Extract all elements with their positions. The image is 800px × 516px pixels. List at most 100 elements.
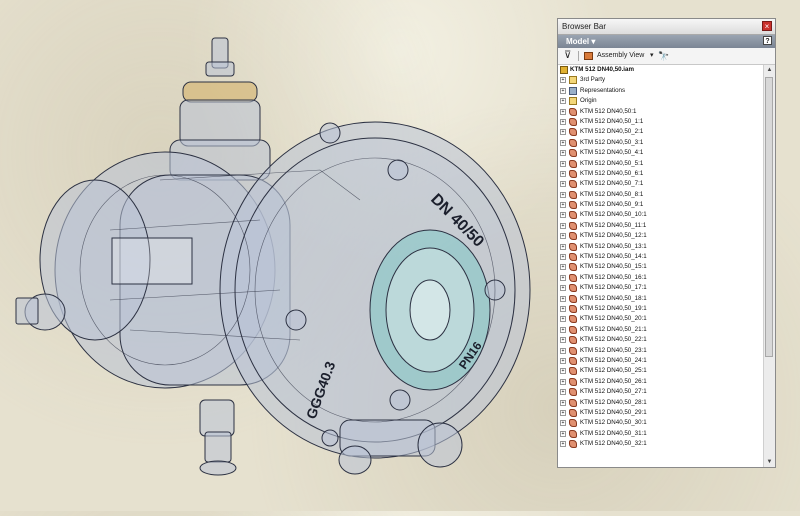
tree-item-part-25[interactable]: + KTM 512 DN40,50_25:1 bbox=[558, 366, 763, 376]
expand-toggle-icon[interactable]: + bbox=[560, 347, 566, 354]
tree-item-part-32[interactable]: + KTM 512 DN40,50_32:1 bbox=[558, 439, 763, 449]
tree-item-part-9[interactable]: + KTM 512 DN40,50_9:1 bbox=[558, 200, 763, 210]
expand-toggle-icon[interactable]: + bbox=[560, 316, 566, 323]
tree-item-part-0[interactable]: + KTM 512 DN40,50:1 bbox=[558, 107, 763, 117]
scroll-down-arrow[interactable]: ▼ bbox=[764, 457, 775, 467]
part-icon bbox=[569, 242, 577, 251]
part-icon bbox=[569, 117, 577, 126]
tree-item-part-1[interactable]: + KTM 512 DN40,50_1:1 bbox=[558, 117, 763, 127]
expand-toggle-icon[interactable]: + bbox=[560, 108, 566, 115]
expand-toggle-icon[interactable]: + bbox=[560, 77, 566, 84]
help-button[interactable]: ? bbox=[763, 36, 772, 45]
folder-icon bbox=[569, 76, 577, 85]
expand-toggle-icon[interactable]: + bbox=[560, 441, 566, 448]
tree-item-origin[interactable]: + Origin bbox=[558, 96, 763, 106]
part-icon bbox=[569, 419, 577, 428]
tree-item-part-15[interactable]: + KTM 512 DN40,50_15:1 bbox=[558, 262, 763, 272]
model-dropdown-bar[interactable]: Model ▾ ? bbox=[558, 35, 775, 48]
expand-toggle-icon[interactable]: + bbox=[560, 233, 566, 240]
tree-item-part-18[interactable]: + KTM 512 DN40,50_18:1 bbox=[558, 294, 763, 304]
panel-titlebar[interactable]: Browser Bar × bbox=[558, 19, 775, 35]
expand-toggle-icon[interactable]: + bbox=[560, 150, 566, 157]
tree-item-part-19[interactable]: + KTM 512 DN40,50_19:1 bbox=[558, 304, 763, 314]
tree-item-part-13[interactable]: + KTM 512 DN40,50_13:1 bbox=[558, 242, 763, 252]
scroll-up-arrow[interactable]: ▲ bbox=[764, 65, 775, 75]
expand-toggle-icon[interactable]: + bbox=[560, 389, 566, 396]
tree-item-label: KTM 512 DN40,50_20:1 bbox=[580, 315, 647, 323]
tree-item-part-3[interactable]: + KTM 512 DN40,50_3:1 bbox=[558, 138, 763, 148]
tree-item-part-22[interactable]: + KTM 512 DN40,50_22:1 bbox=[558, 335, 763, 345]
expand-toggle-icon[interactable]: + bbox=[560, 326, 566, 333]
expand-toggle-icon[interactable]: + bbox=[560, 357, 566, 364]
tree-item-label: KTM 512 DN40,50_14:1 bbox=[580, 253, 647, 261]
tree-item-part-2[interactable]: + KTM 512 DN40,50_2:1 bbox=[558, 127, 763, 137]
tree-item-part-8[interactable]: + KTM 512 DN40,50_8:1 bbox=[558, 190, 763, 200]
expand-toggle-icon[interactable]: + bbox=[560, 274, 566, 281]
assembly-view-icon[interactable] bbox=[584, 52, 593, 60]
expand-toggle-icon[interactable]: + bbox=[560, 264, 566, 271]
expand-toggle-icon[interactable]: + bbox=[560, 129, 566, 136]
tree-item-part-6[interactable]: + KTM 512 DN40,50_6:1 bbox=[558, 169, 763, 179]
tree-item-3rd-party[interactable]: +3rd Party bbox=[558, 75, 763, 85]
expand-toggle-icon[interactable]: + bbox=[560, 378, 566, 385]
tree-item-part-5[interactable]: + KTM 512 DN40,50_5:1 bbox=[558, 159, 763, 169]
tree-item-part-7[interactable]: + KTM 512 DN40,50_7:1 bbox=[558, 179, 763, 189]
view-dropdown-arrow[interactable]: ▾ bbox=[650, 48, 654, 64]
tree-item-part-24[interactable]: + KTM 512 DN40,50_24:1 bbox=[558, 356, 763, 366]
expand-toggle-icon[interactable]: + bbox=[560, 87, 566, 94]
find-icon[interactable]: 🔭 bbox=[658, 48, 669, 64]
scroll-thumb[interactable] bbox=[765, 77, 773, 357]
tree-root[interactable]: KTM 512 DN40,50.iam bbox=[558, 65, 763, 75]
expand-toggle-icon[interactable]: + bbox=[560, 243, 566, 250]
expand-toggle-icon[interactable]: + bbox=[560, 222, 566, 229]
expand-toggle-icon[interactable]: + bbox=[560, 295, 566, 302]
expand-toggle-icon[interactable]: + bbox=[560, 305, 566, 312]
expand-toggle-icon[interactable]: + bbox=[560, 160, 566, 167]
expand-toggle-icon[interactable]: + bbox=[560, 337, 566, 344]
expand-toggle-icon[interactable]: + bbox=[560, 98, 566, 105]
tree-item-part-27[interactable]: + KTM 512 DN40,50_27:1 bbox=[558, 387, 763, 397]
tree-item-label: KTM 512 DN40,50_27:1 bbox=[580, 388, 647, 396]
assembly-view-button[interactable]: Assembly View bbox=[597, 48, 644, 64]
expand-toggle-icon[interactable]: + bbox=[560, 191, 566, 198]
tree-item-part-30[interactable]: + KTM 512 DN40,50_30:1 bbox=[558, 418, 763, 428]
expand-toggle-icon[interactable]: + bbox=[560, 170, 566, 177]
model-dropdown[interactable]: Model ▾ bbox=[566, 37, 595, 46]
tree-item-part-12[interactable]: + KTM 512 DN40,50_12:1 bbox=[558, 231, 763, 241]
part-icon bbox=[569, 294, 577, 303]
tree-item-part-4[interactable]: + KTM 512 DN40,50_4:1 bbox=[558, 148, 763, 158]
expand-toggle-icon[interactable]: + bbox=[560, 254, 566, 261]
close-button[interactable]: × bbox=[762, 21, 772, 31]
expand-toggle-icon[interactable]: + bbox=[560, 368, 566, 375]
tree-item-part-31[interactable]: + KTM 512 DN40,50_31:1 bbox=[558, 429, 763, 439]
expand-toggle-icon[interactable]: + bbox=[560, 409, 566, 416]
expand-toggle-icon[interactable]: + bbox=[560, 118, 566, 125]
expand-toggle-icon[interactable]: + bbox=[560, 212, 566, 219]
tree-item-part-17[interactable]: + KTM 512 DN40,50_17:1 bbox=[558, 283, 763, 293]
expand-toggle-icon[interactable]: + bbox=[560, 430, 566, 437]
tree-item-label: KTM 512 DN40,50_30:1 bbox=[580, 419, 647, 427]
part-icon bbox=[569, 284, 577, 293]
tree-scrollbar[interactable]: ▲ ▼ bbox=[763, 65, 775, 467]
tree-item-part-29[interactable]: + KTM 512 DN40,50_29:1 bbox=[558, 408, 763, 418]
tree-item-representations[interactable]: + Representations bbox=[558, 86, 763, 96]
model-tree[interactable]: KTM 512 DN40,50.iam +3rd Party + Represent… bbox=[558, 65, 763, 467]
expand-toggle-icon[interactable]: + bbox=[560, 139, 566, 146]
tree-item-label: KTM 512 DN40,50_31:1 bbox=[580, 429, 647, 437]
expand-toggle-icon[interactable]: + bbox=[560, 420, 566, 427]
tree-item-part-21[interactable]: + KTM 512 DN40,50_21:1 bbox=[558, 325, 763, 335]
tree-item-part-14[interactable]: + KTM 512 DN40,50_14:1 bbox=[558, 252, 763, 262]
expand-toggle-icon[interactable]: + bbox=[560, 202, 566, 209]
tree-item-part-16[interactable]: + KTM 512 DN40,50_16:1 bbox=[558, 273, 763, 283]
tree-item-part-11[interactable]: + KTM 512 DN40,50_11:1 bbox=[558, 221, 763, 231]
tree-item-part-26[interactable]: + KTM 512 DN40,50_26:1 bbox=[558, 377, 763, 387]
tree-item-part-23[interactable]: + KTM 512 DN40,50_23:1 bbox=[558, 346, 763, 356]
expand-toggle-icon[interactable]: + bbox=[560, 181, 566, 188]
model-viewport[interactable]: DN 40/50 GGG40.3 PN16 bbox=[0, 0, 556, 511]
filter-icon[interactable]: ⊽ bbox=[564, 48, 571, 64]
expand-toggle-icon[interactable]: + bbox=[560, 399, 566, 406]
tree-item-part-10[interactable]: + KTM 512 DN40,50_10:1 bbox=[558, 210, 763, 220]
tree-item-part-20[interactable]: + KTM 512 DN40,50_20:1 bbox=[558, 314, 763, 324]
tree-item-part-28[interactable]: + KTM 512 DN40,50_28:1 bbox=[558, 398, 763, 408]
expand-toggle-icon[interactable]: + bbox=[560, 285, 566, 292]
